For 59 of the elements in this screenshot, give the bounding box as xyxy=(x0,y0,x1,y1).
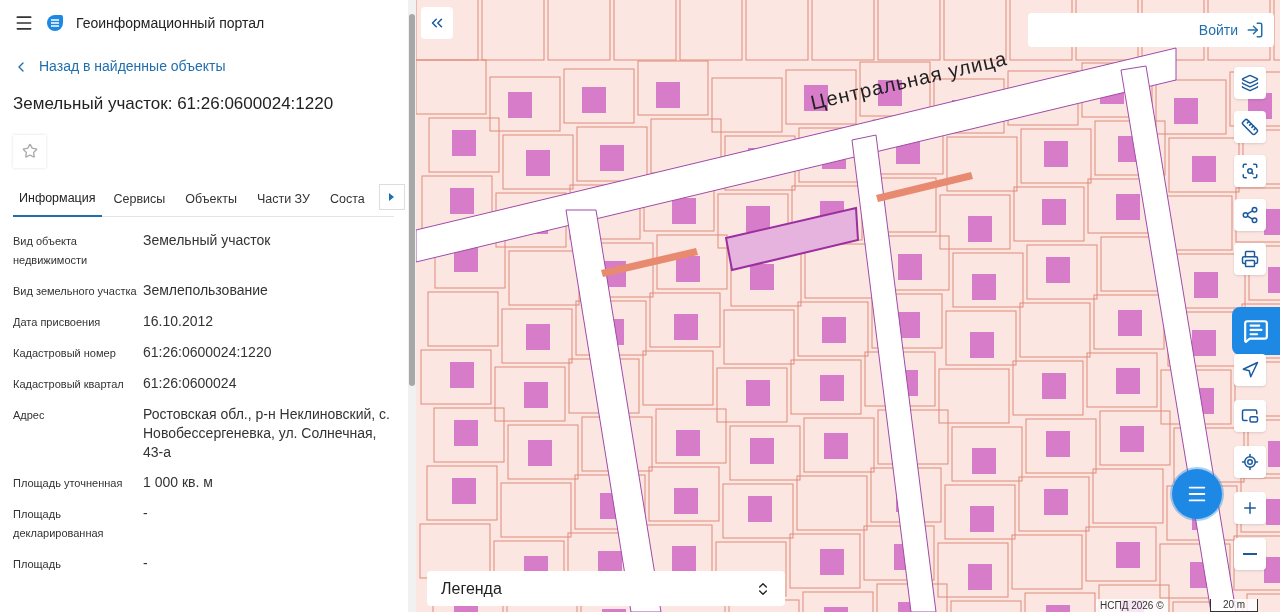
collapse-panel-button[interactable] xyxy=(421,7,453,39)
tab[interactable]: Соста xyxy=(324,181,371,217)
portal-logo-icon xyxy=(46,14,64,32)
field-label: Кадастровый квартал xyxy=(13,376,125,392)
picture-in-picture-icon xyxy=(1241,407,1259,425)
map-tool-button[interactable] xyxy=(1234,354,1266,386)
tab[interactable]: Сервисы xyxy=(107,181,172,217)
field-label: Адрес xyxy=(13,407,46,423)
map-tool-button[interactable] xyxy=(1234,446,1266,478)
portal-title: Геоинформационный портал xyxy=(76,13,265,33)
zoom-in-icon xyxy=(1241,499,1259,517)
chat-tab-button[interactable] xyxy=(1232,307,1280,355)
field-value: 1 000 кв. м xyxy=(143,472,214,492)
field-label: Площадь декларированная xyxy=(13,506,105,541)
map-tool-button[interactable] xyxy=(1234,243,1266,275)
layers-icon xyxy=(1241,74,1259,92)
tab[interactable]: Информация xyxy=(13,181,102,217)
map-tool-button[interactable] xyxy=(1234,400,1266,432)
field-value: 16.10.2012 xyxy=(143,311,215,331)
login-icon xyxy=(1246,21,1264,39)
map-tool-button[interactable] xyxy=(1234,155,1266,187)
map-tool-button[interactable] xyxy=(1234,538,1266,570)
field-value: 61:26:0600024:1220 xyxy=(143,342,273,362)
parcel-heading: Земельный участок: 61:26:0600024:1220 xyxy=(13,93,335,115)
legend-dropdown[interactable]: Легенда xyxy=(427,571,785,606)
map-attribution: НСПД 2026 © xyxy=(1096,599,1168,612)
field-label: Кадастровый номер xyxy=(13,345,117,361)
field-value: Земельный участок xyxy=(143,230,272,250)
navigation-arrow-icon xyxy=(1241,361,1259,379)
locate-icon xyxy=(1241,453,1259,471)
field-label: Вид земельного участка xyxy=(13,283,138,299)
field-label: Площадь уточненная xyxy=(13,475,124,491)
login-button[interactable]: Войти xyxy=(1028,13,1274,47)
map-tool-button[interactable] xyxy=(1234,111,1266,143)
field-label: Вид объекта недвижимости xyxy=(13,233,89,268)
field-value: - xyxy=(143,553,149,573)
tabs-scroll-button[interactable] xyxy=(378,183,405,210)
field-value: - xyxy=(143,503,149,523)
print-icon xyxy=(1241,250,1259,268)
caret-icon xyxy=(389,192,395,201)
menu-icon[interactable] xyxy=(14,13,34,33)
field-label: Площадь xyxy=(13,556,62,572)
field-value: 61:26:0600024 xyxy=(143,373,238,393)
map-tool-button[interactable] xyxy=(1234,199,1266,231)
map-tool-button[interactable] xyxy=(1234,67,1266,99)
field-value: Ростовская обл., р-н Неклиновский, с. Новобессергеневка, ул. Солнечная, 43-а xyxy=(143,404,391,462)
scale-bar: 20 m xyxy=(1210,599,1258,612)
back-link[interactable]: Назад в найденные объекты xyxy=(13,56,394,77)
scrollbar[interactable] xyxy=(408,0,416,612)
tab[interactable]: Объекты xyxy=(179,181,243,217)
map-tool-button[interactable] xyxy=(1234,492,1266,524)
tab[interactable]: Части ЗУ xyxy=(250,181,316,217)
share-icon xyxy=(1241,206,1259,224)
scan-search-icon xyxy=(1241,162,1259,180)
star-icon xyxy=(21,143,38,159)
field-label: Дата присвоения xyxy=(13,314,102,330)
field-value: Землепользование xyxy=(143,280,269,300)
chat-icon xyxy=(1243,318,1269,344)
ruler-icon xyxy=(1241,118,1259,136)
